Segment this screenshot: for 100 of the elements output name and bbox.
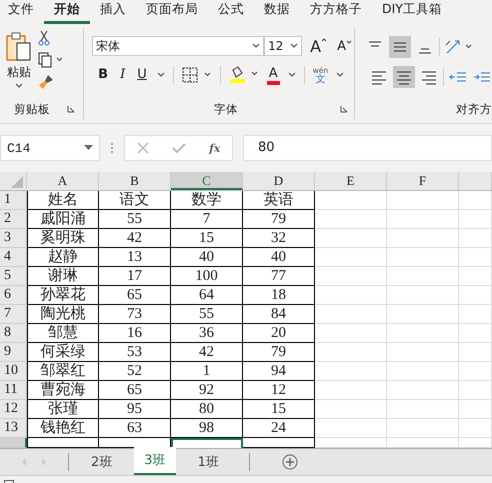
row-header[interactable] (0, 438, 27, 448)
empty-cell[interactable] (315, 191, 387, 210)
sheet-tab[interactable]: 3班 (134, 447, 176, 475)
ribbon-tab[interactable]: 页面布局 (136, 1, 208, 24)
paste-button[interactable]: 粘贴 (7, 64, 31, 81)
empty-cell[interactable] (315, 286, 387, 305)
add-sheet-icon[interactable] (282, 454, 298, 470)
fill-color-icon[interactable] (228, 66, 259, 84)
empty-cell[interactable] (315, 305, 387, 324)
empty-cell[interactable] (315, 381, 387, 400)
scroll-right-icon[interactable] (40, 457, 48, 467)
caret-icon[interactable] (290, 43, 298, 49)
font-name-dropdown[interactable]: 宋体 (92, 36, 264, 56)
row-header[interactable]: 9 (0, 343, 27, 362)
ribbon-tab[interactable]: 插入 (90, 1, 136, 24)
empty-cell[interactable] (459, 362, 492, 381)
ribbon-tab[interactable]: DIY工具箱 (372, 1, 452, 24)
empty-cell[interactable] (459, 286, 492, 305)
column-header[interactable]: C (171, 172, 243, 190)
empty-cell[interactable] (387, 400, 459, 419)
copy-icon[interactable] (38, 52, 64, 68)
ribbon-tab[interactable]: 文件 (0, 1, 44, 24)
sheet-tab[interactable]: 1班 (188, 449, 229, 475)
empty-cell[interactable] (459, 210, 492, 229)
empty-cell[interactable] (315, 210, 387, 229)
empty-cell[interactable] (459, 343, 492, 362)
empty-cell[interactable] (459, 324, 492, 343)
row-header[interactable]: 11 (0, 381, 27, 400)
row-header[interactable]: 6 (0, 286, 27, 305)
ribbon-tab[interactable]: 数据 (254, 1, 300, 24)
row-header[interactable]: 5 (0, 267, 27, 286)
empty-cell[interactable] (387, 381, 459, 400)
column-header[interactable]: E (315, 172, 387, 190)
underline-button[interactable]: U (135, 67, 149, 82)
caret-icon[interactable] (336, 72, 344, 78)
check-icon[interactable] (172, 142, 186, 154)
empty-cell[interactable] (387, 286, 459, 305)
grow-font-button[interactable]: A (308, 36, 330, 56)
row-header[interactable]: 7 (0, 305, 27, 324)
font-size-dropdown[interactable]: 12 (264, 36, 302, 56)
insert-function-button[interactable]: fx (209, 142, 220, 154)
empty-cell[interactable] (459, 191, 492, 210)
caret-icon[interactable] (252, 43, 260, 49)
shrink-font-button[interactable]: A (335, 38, 354, 54)
empty-cell[interactable] (315, 267, 387, 286)
empty-cell[interactable] (315, 248, 387, 267)
empty-cell[interactable] (387, 267, 459, 286)
empty-cell[interactable] (387, 191, 459, 210)
formula-field[interactable]: 80 (243, 135, 492, 161)
empty-cell[interactable] (459, 305, 492, 324)
empty-cell[interactable] (459, 400, 492, 419)
format-painter-icon[interactable] (38, 74, 54, 90)
italic-button[interactable]: I (118, 67, 128, 82)
ribbon-tab[interactable]: 方方格子 (300, 1, 372, 24)
orientation-icon[interactable] (444, 39, 474, 55)
column-header[interactable]: F (387, 172, 459, 190)
scroll-left-icon[interactable] (20, 457, 28, 467)
row-header[interactable]: 1 (0, 191, 27, 210)
empty-cell[interactable] (387, 229, 459, 248)
align-middle-icon[interactable] (389, 36, 411, 58)
row-header[interactable]: 2 (0, 210, 27, 229)
border-icon[interactable] (182, 66, 212, 82)
caret-icon[interactable] (288, 72, 296, 78)
sheet-tab[interactable]: 2班 (81, 449, 122, 475)
empty-cell[interactable] (315, 419, 387, 438)
empty-cell[interactable] (387, 305, 459, 324)
empty-cell[interactable] (459, 419, 492, 438)
empty-cell[interactable] (387, 210, 459, 229)
empty-cell[interactable] (315, 362, 387, 381)
empty-cell[interactable] (315, 343, 387, 362)
row-header[interactable]: 4 (0, 248, 27, 267)
empty-cell[interactable] (459, 381, 492, 400)
empty-cell[interactable] (315, 324, 387, 343)
ribbon-tab[interactable]: 开始 (44, 1, 90, 24)
row-header[interactable]: 3 (0, 229, 27, 248)
empty-cell[interactable] (315, 229, 387, 248)
dialog-launcher-icon[interactable] (340, 105, 348, 113)
caret-icon[interactable] (156, 72, 165, 78)
column-header[interactable]: D (243, 172, 315, 190)
row-header[interactable]: 8 (0, 324, 27, 343)
column-header[interactable]: A (27, 172, 99, 190)
empty-cell[interactable] (315, 400, 387, 419)
empty-cell[interactable] (459, 229, 492, 248)
row-header[interactable]: 12 (0, 400, 27, 419)
font-color-button[interactable]: A (266, 66, 280, 81)
empty-cell[interactable] (459, 248, 492, 267)
name-box[interactable]: C14 (0, 135, 100, 161)
empty-cell[interactable] (387, 248, 459, 267)
cancel-icon[interactable] (136, 142, 149, 154)
caret-icon[interactable] (15, 83, 23, 89)
bold-button[interactable]: B (96, 67, 110, 82)
empty-cell[interactable] (387, 343, 459, 362)
empty-cell[interactable] (387, 419, 459, 438)
select-all-icon[interactable] (11, 176, 23, 188)
empty-cell[interactable] (459, 267, 492, 286)
clipboard-icon[interactable] (6, 32, 32, 62)
scissors-icon[interactable] (38, 30, 50, 46)
dialog-launcher-icon[interactable] (67, 105, 76, 113)
empty-cell[interactable] (387, 362, 459, 381)
ribbon-tab[interactable]: 公式 (208, 1, 254, 24)
